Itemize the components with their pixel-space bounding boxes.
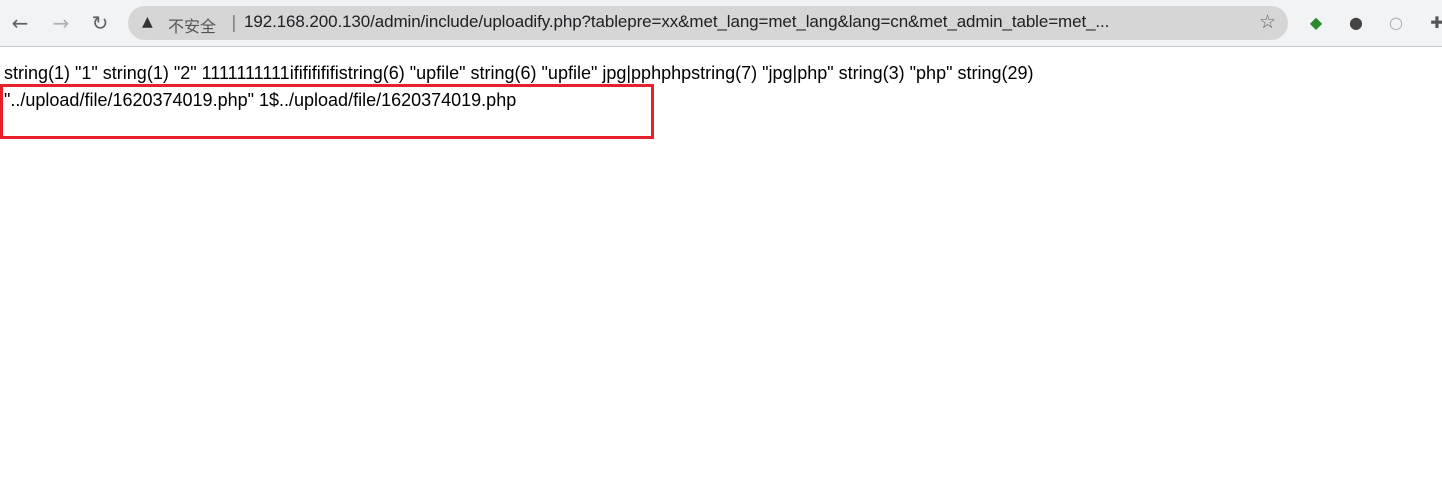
lightbulb-icon[interactable]: ● <box>1345 12 1367 34</box>
circle-extension-icon[interactable]: ○ <box>1385 12 1407 34</box>
browser-toolbar: ← → ↻ ▲ 不安全 | 192.168.200.130/admin/incl… <box>0 0 1442 47</box>
reload-button[interactable]: ↻ <box>88 11 112 35</box>
separator: | <box>231 13 237 33</box>
warning-icon[interactable]: ▲ <box>142 14 153 30</box>
puzzle-icon[interactable]: ✚ <box>1426 12 1442 34</box>
forward-button[interactable]: → <box>49 11 73 35</box>
security-label[interactable]: 不安全 <box>168 13 216 37</box>
bookmark-star-icon[interactable]: ☆ <box>1259 11 1276 33</box>
idm-icon[interactable]: ◆ <box>1305 12 1327 34</box>
back-button[interactable]: ← <box>8 11 32 35</box>
red-highlight-box <box>0 84 654 139</box>
output-line-1: string(1) "1" string(1) "2" 1111111111if… <box>4 63 1034 83</box>
address-bar[interactable]: ▲ 不安全 | 192.168.200.130/admin/include/up… <box>128 6 1288 40</box>
url-text[interactable]: 192.168.200.130/admin/include/uploadify.… <box>244 12 1109 32</box>
